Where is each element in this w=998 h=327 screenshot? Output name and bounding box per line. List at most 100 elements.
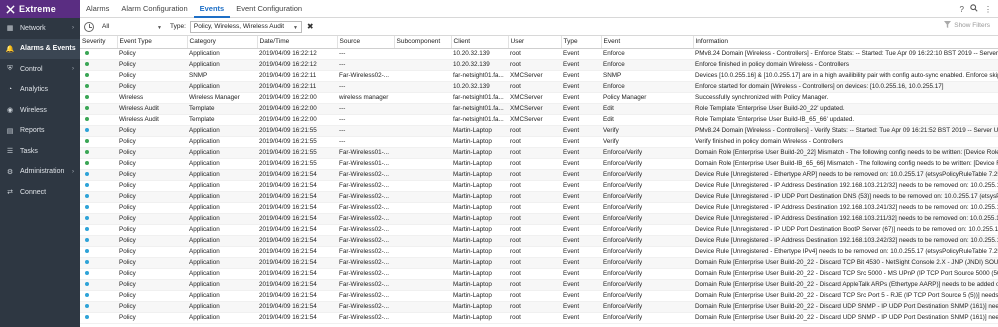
sidebar-item-reports[interactable]: ▤ Reports — [0, 121, 80, 142]
table-cell: 2019/04/09 16:22:12 — [257, 59, 337, 71]
table-cell: Application — [187, 279, 257, 291]
table-row[interactable]: Policy Application 2019/04/09 16:21:54 Far-… — [80, 180, 998, 192]
column-header-client[interactable]: Client — [451, 36, 509, 49]
severity-cell — [80, 279, 117, 291]
clear-filter-icon[interactable]: ✖ — [307, 22, 314, 31]
table-cell: 10.20.32.139 — [451, 48, 508, 60]
table-cell: root — [508, 158, 561, 170]
column-header-category[interactable]: Category — [187, 36, 258, 49]
table-row[interactable]: Policy SNMP 2019/04/09 16:22:11 Far-Wireles… — [80, 70, 998, 82]
column-header-event-type[interactable]: Event Type — [117, 36, 188, 49]
time-range-select[interactable]: All ▼ — [98, 21, 166, 33]
table-cell: Martin-Laptop — [451, 312, 508, 324]
table-cell: Enforce/Verify — [601, 191, 693, 203]
search-icon[interactable] — [970, 4, 978, 14]
table-row[interactable]: Policy Application 2019/04/09 16:21:54 Far-… — [80, 169, 998, 181]
table-cell: 2019/04/09 16:21:54 — [257, 301, 337, 313]
table-row[interactable]: Wireless Audit Template 2019/04/09 16:22:0… — [80, 114, 998, 126]
tab-alarm-configuration[interactable]: Alarm Configuration — [115, 0, 193, 18]
column-header-user[interactable]: User — [508, 36, 562, 49]
table-row[interactable]: Policy Application 2019/04/09 16:21:54 Far-… — [80, 257, 998, 269]
column-header-date-time[interactable]: Date/Time — [257, 36, 338, 49]
sidebar-item-alarms-events[interactable]: 🔔 Alarms & Events › — [0, 38, 80, 59]
table-cell: Template — [187, 103, 257, 115]
table-row[interactable]: Policy Application 2019/04/09 16:21:55 --- M… — [80, 136, 998, 148]
table-row[interactable]: Wireless Audit Template 2019/04/09 16:22:0… — [80, 103, 998, 115]
table-cell: Domain Rule [Enterprise User Build-20_22… — [693, 257, 998, 269]
table-cell: Event — [561, 125, 601, 137]
table-cell: Far-Wireless01-... — [337, 158, 394, 170]
tab-label: Event Configuration — [236, 3, 303, 13]
events-table: Severity Event Type Category Date/Time Sourc… — [80, 36, 998, 324]
table-cell: 10.20.32.139 — [451, 81, 508, 93]
table-row[interactable]: Policy Application 2019/04/09 16:21:54 Far-… — [80, 279, 998, 291]
severity-cell — [80, 268, 117, 280]
table-row[interactable]: Policy Application 2019/04/09 16:21:54 Far-… — [80, 312, 998, 324]
sidebar-item-tasks[interactable]: ☰ Tasks — [0, 141, 80, 162]
table-row[interactable]: Policy Application 2019/04/09 16:21:54 Far-… — [80, 213, 998, 225]
table-cell: Enforce/Verify — [601, 158, 693, 170]
table-row[interactable]: Policy Application 2019/04/09 16:21:54 Far-… — [80, 290, 998, 302]
sidebar-item-network[interactable]: ▦ Network › — [0, 18, 80, 39]
table-row[interactable]: Policy Application 2019/04/09 16:21:54 Far-… — [80, 202, 998, 214]
table-row[interactable]: Policy Application 2019/04/09 16:21:55 --- M… — [80, 125, 998, 137]
table-cell — [394, 92, 451, 104]
table-cell: Far-Wireless02-... — [337, 279, 394, 291]
sidebar-item-control[interactable]: ⛨ Control › — [0, 59, 80, 80]
table-cell: Application — [187, 59, 257, 71]
connect-icon: ⇄ — [7, 189, 13, 197]
column-header-type[interactable]: Type — [561, 36, 602, 49]
table-row[interactable]: Policy Application 2019/04/09 16:22:12 --- 1… — [80, 59, 998, 71]
sidebar-item-analytics[interactable]: ◔ Analytics — [0, 80, 80, 101]
table-row[interactable]: Policy Application 2019/04/09 16:21:54 Far-… — [80, 224, 998, 236]
table-row[interactable]: Policy Application 2019/04/09 16:21:55 Far-… — [80, 158, 998, 170]
table-row[interactable]: Policy Application 2019/04/09 16:22:11 --- 1… — [80, 81, 998, 93]
column-header-event[interactable]: Event — [601, 36, 694, 49]
help-icon[interactable]: ? — [960, 5, 964, 14]
table-row[interactable]: Policy Application 2019/04/09 16:21:54 Far-… — [80, 301, 998, 313]
column-header-information[interactable]: Information — [693, 36, 998, 49]
table-row[interactable]: Wireless Wireless Manager 2019/04/09 16:22… — [80, 92, 998, 104]
sidebar-item-connect[interactable]: ⇄ Connect — [0, 182, 80, 203]
table-cell: Event — [561, 213, 601, 225]
severity-dot-icon — [85, 171, 89, 176]
table-cell: 2019/04/09 16:21:55 — [257, 158, 337, 170]
severity-dot-icon — [85, 116, 89, 121]
type-filter-select[interactable]: Policy, Wireless, Wireless Audit ▼ — [189, 20, 302, 33]
table-cell: 2019/04/09 16:22:00 — [257, 103, 337, 115]
table-row[interactable]: Policy Application 2019/04/09 16:21:54 Far-… — [80, 246, 998, 258]
table-cell: Verify — [601, 125, 693, 137]
table-row[interactable]: Policy Application 2019/04/09 16:21:54 Far-… — [80, 235, 998, 247]
table-row[interactable]: Policy Application 2019/04/09 16:22:12 --- 1… — [80, 48, 998, 60]
column-header-subcomponent[interactable]: Subcomponent — [394, 36, 452, 49]
table-cell: XMCServer — [508, 70, 561, 82]
table-cell: Domain Rule [Enterprise User Build-20_22… — [693, 312, 998, 324]
sidebar-item-administration[interactable]: ⚙ Administration › — [0, 162, 80, 183]
sidebar-item-wireless[interactable]: ◉ Wireless — [0, 100, 80, 121]
table-cell: Event — [561, 158, 601, 170]
tab-events[interactable]: Events — [193, 0, 231, 18]
table-row[interactable]: Policy Application 2019/04/09 16:21:55 Far-… — [80, 147, 998, 159]
table-cell: 2019/04/09 16:21:54 — [257, 169, 337, 181]
table-cell: Policy — [117, 235, 187, 247]
column-header-severity[interactable]: Severity — [80, 36, 118, 49]
table-cell: Enforce/Verify — [601, 246, 693, 258]
tab-event-configuration[interactable]: Event Configuration — [230, 0, 308, 18]
time-range-value: All — [102, 23, 110, 30]
show-filters-toggle[interactable]: Show Filters — [944, 21, 990, 30]
table-cell: Policy — [117, 257, 187, 269]
kebab-menu-icon[interactable]: ⋮ — [984, 5, 992, 14]
severity-dot-icon — [85, 105, 89, 110]
table-cell: Enforce/Verify — [601, 301, 693, 313]
table-cell: Application — [187, 246, 257, 258]
table-cell: Enforce finished in policy domain Wirele… — [693, 59, 998, 71]
table-row[interactable]: Policy Application 2019/04/09 16:21:54 Far-… — [80, 268, 998, 280]
table-cell: Domain Rule [Enterprise User Build-20_22… — [693, 301, 998, 313]
column-header-source[interactable]: Source — [337, 36, 395, 49]
type-label: Type: — [170, 23, 186, 30]
table-cell: Policy — [117, 290, 187, 302]
table-cell: Enforce/Verify — [601, 268, 693, 280]
tab-alarms[interactable]: Alarms — [80, 0, 115, 18]
table-cell: Far-Wireless02-... — [337, 290, 394, 302]
table-row[interactable]: Policy Application 2019/04/09 16:21:54 Far-… — [80, 191, 998, 203]
